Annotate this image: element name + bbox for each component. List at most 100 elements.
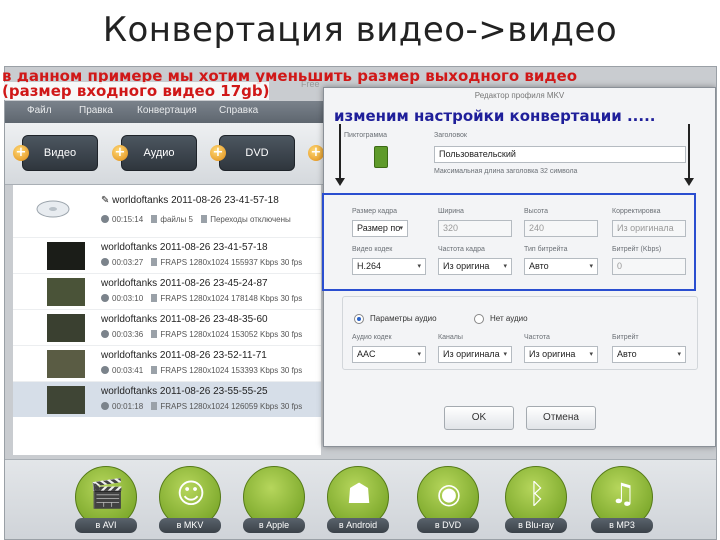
file-row-selected[interactable]: worldoftanks 2011-08-26 23-55-55-25 00:0… xyxy=(13,381,321,417)
video-thumbnail xyxy=(47,350,85,378)
file-row[interactable]: worldoftanks 2011-08-26 23-52-11-71 00:0… xyxy=(13,345,321,381)
to-android-label: в Android xyxy=(327,518,389,533)
clock-icon xyxy=(101,215,109,223)
file-name: worldoftanks 2011-08-26 23-48-35-60 xyxy=(101,314,268,325)
to-bluray-label: в Blu-ray xyxy=(505,518,567,533)
chevron-down-icon: ▾ xyxy=(417,351,421,358)
audio-codec-select[interactable]: AAC ▾ xyxy=(352,346,426,363)
file-meta: 00:01:18 FRAPS 1280x1024 126059 Kbps 30 … xyxy=(101,402,302,411)
plus-icon: + xyxy=(210,145,226,161)
audio-bitrate-value: Авто xyxy=(617,349,637,359)
bluray-icon: ᛒ xyxy=(528,477,546,510)
film-icon xyxy=(151,330,158,338)
audio-off-radio[interactable] xyxy=(474,314,484,324)
audio-bitrate-select[interactable]: Авто ▾ xyxy=(612,346,686,363)
file-duration: 00:03:10 xyxy=(112,294,144,303)
file-group-header[interactable]: ✎ worldoftanks 2011-08-26 23-41-57-18 00… xyxy=(13,185,321,235)
plus-icon: + xyxy=(13,145,29,161)
add-video-label: Видео xyxy=(43,147,77,159)
android-icon: ☗ xyxy=(346,477,372,510)
frequency-select[interactable]: Из оригина ▾ xyxy=(524,346,598,363)
film-clapper-icon: 🎬 xyxy=(89,477,125,510)
output-format-bar: 🎬 в AVI ☺ в MKV в Apple ☗ в Android ◉ в … xyxy=(5,459,716,539)
to-mp3-label: в MP3 xyxy=(591,518,653,533)
file-duration: 00:03:27 xyxy=(112,258,144,267)
file-specs: FRAPS 1280x1024 126059 Kbps 30 fps xyxy=(160,402,303,411)
chevron-down-icon: ▾ xyxy=(589,351,593,358)
file-icon xyxy=(151,215,158,223)
arrow-left xyxy=(339,124,341,180)
clock-icon xyxy=(101,402,109,410)
group-name-text: worldoftanks 2011-08-26 23-41-57-18 xyxy=(112,195,279,206)
matryoshka-icon: ☺ xyxy=(176,477,206,510)
group-transitions: Переходы отключены xyxy=(210,215,291,224)
channels-value: Из оригинала xyxy=(443,349,500,359)
arrow-right-head xyxy=(684,178,694,186)
film-icon xyxy=(151,366,158,374)
ok-button[interactable]: OK xyxy=(444,406,514,430)
group-name[interactable]: ✎ worldoftanks 2011-08-26 23-41-57-18 xyxy=(101,195,279,206)
clock-icon xyxy=(101,258,109,266)
menu-help[interactable]: Справка xyxy=(219,105,258,116)
file-name: worldoftanks 2011-08-26 23-52-11-71 xyxy=(101,350,267,361)
add-audio-label: Аудио xyxy=(143,147,175,159)
clock-icon xyxy=(101,366,109,374)
group-meta: 00:15:14 файлы 5 Переходы отключены xyxy=(101,215,291,224)
frequency-label: Частота xyxy=(524,334,550,341)
icon-label: Пиктограмма xyxy=(344,132,387,139)
arrow-right xyxy=(688,124,690,180)
file-specs: FRAPS 1280x1024 153052 Kbps 30 fps xyxy=(160,330,303,339)
clock-icon xyxy=(101,294,109,302)
film-icon xyxy=(151,402,158,410)
audio-codec-label: Аудио кодек xyxy=(352,334,392,341)
add-audio-button[interactable]: Аудио xyxy=(121,135,197,171)
header-field[interactable]: Пользовательский xyxy=(434,146,686,163)
slide-title: Конвертация видео->видео xyxy=(102,10,618,50)
transition-icon xyxy=(201,215,208,223)
audio-bitrate-label: Битрейт xyxy=(612,334,639,341)
file-meta: 00:03:36 FRAPS 1280x1024 153052 Kbps 30 … xyxy=(101,330,302,339)
group-files: файлы 5 xyxy=(160,215,193,224)
add-dvd-label: DVD xyxy=(245,147,269,159)
file-name: worldoftanks 2011-08-26 23-45-24-87 xyxy=(101,278,268,289)
plus-icon: + xyxy=(308,145,324,161)
video-thumbnail xyxy=(47,278,85,306)
chevron-down-icon: ▾ xyxy=(677,351,681,358)
annotation-dialog-note: изменим настройки конвертации ..... xyxy=(334,107,656,125)
video-settings-highlight xyxy=(322,193,696,291)
file-meta: 00:03:41 FRAPS 1280x1024 153393 Kbps 30 … xyxy=(101,366,302,375)
channels-select[interactable]: Из оригинала ▾ xyxy=(438,346,512,363)
to-mkv-label: в MKV xyxy=(159,518,221,533)
add-video-button[interactable]: Видео xyxy=(22,135,98,171)
header-label: Заголовок xyxy=(434,132,467,139)
file-duration: 00:01:18 xyxy=(112,402,144,411)
file-name: worldoftanks 2011-08-26 23-41-57-18 xyxy=(101,242,268,253)
dialog-title: Редактор профиля MKV xyxy=(474,91,565,100)
header-hint: Максимальная длина заголовка 32 символа xyxy=(434,168,578,175)
edit-pencil-icon: ✎ xyxy=(101,195,113,206)
audio-on-label: Параметры аудио xyxy=(370,314,437,323)
audio-on-radio[interactable] xyxy=(354,314,364,324)
clock-icon xyxy=(101,330,109,338)
cancel-button[interactable]: Отмена xyxy=(526,406,596,430)
audio-codec-value: AAC xyxy=(357,349,376,359)
earphones-icon: ♫ xyxy=(610,477,636,510)
menu-file[interactable]: Файл xyxy=(27,105,52,116)
annotation-input-size: (размер входного видео 17gb) xyxy=(2,82,270,100)
menu-edit[interactable]: Правка xyxy=(79,105,113,116)
menu-convert[interactable]: Конвертация xyxy=(137,105,197,116)
disc-icon xyxy=(36,200,70,218)
file-list: ✎ worldoftanks 2011-08-26 23-41-57-18 00… xyxy=(13,185,321,455)
file-duration: 00:03:41 xyxy=(112,366,144,375)
file-row[interactable]: worldoftanks 2011-08-26 23-48-35-60 00:0… xyxy=(13,309,321,345)
add-dvd-button[interactable]: DVD xyxy=(219,135,295,171)
dvd-disc-icon: ◉ xyxy=(436,477,462,510)
file-row[interactable]: worldoftanks 2011-08-26 23-45-24-87 00:0… xyxy=(13,273,321,309)
film-icon xyxy=(151,294,158,302)
profile-icon-picker[interactable] xyxy=(374,146,388,168)
chevron-down-icon: ▾ xyxy=(503,351,507,358)
to-avi-label: в AVI xyxy=(75,518,137,533)
file-row[interactable]: worldoftanks 2011-08-26 23-41-57-18 00:0… xyxy=(13,237,321,273)
group-duration: 00:15:14 xyxy=(112,215,144,224)
frequency-value: Из оригина xyxy=(529,349,576,359)
